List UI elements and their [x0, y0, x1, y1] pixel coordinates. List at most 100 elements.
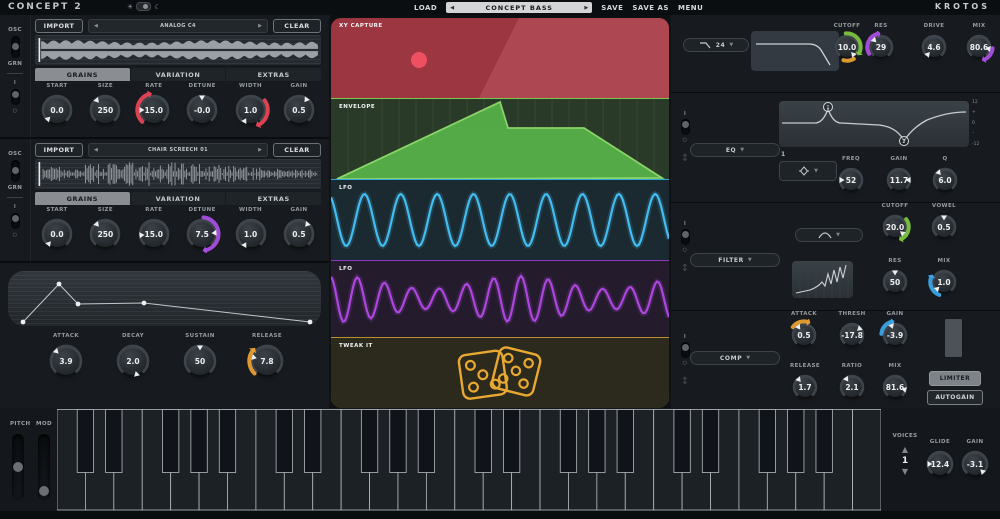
res-knob[interactable]: RES50 — [873, 258, 917, 298]
width-knob[interactable]: WIDTH1.0 — [229, 83, 273, 129]
gain-knob[interactable]: GAIN0.5 — [277, 83, 321, 129]
preset-next-icon[interactable]: ▶ — [584, 5, 588, 11]
waveform-display[interactable] — [35, 159, 321, 189]
eq-curve-display[interactable]: 12 — [779, 101, 969, 147]
release-knob[interactable]: RELEASE7.8 — [245, 333, 289, 381]
voices-stepper[interactable]: ▲1▼ — [897, 446, 913, 476]
drag-handle-icon[interactable]: ↕ — [681, 264, 689, 274]
filter-slope-selector[interactable]: 24▼ — [683, 38, 749, 52]
xy-capture-pad[interactable]: XY CAPTURE — [331, 18, 669, 98]
attack-knob[interactable]: ATTACK3.9 — [44, 333, 88, 381]
size-knob[interactable]: SIZE250 — [83, 83, 127, 129]
mix-knob[interactable]: MIX1.0 — [922, 258, 966, 298]
lfo-display-2[interactable]: LFO — [331, 260, 669, 337]
freq-knob[interactable]: FREQ52 — [829, 156, 873, 196]
voices-up-icon[interactable]: ▲ — [902, 446, 908, 454]
import-button[interactable]: IMPORT — [35, 19, 83, 33]
comp-selector[interactable]: COMP▼ — [690, 351, 780, 365]
decay-knob[interactable]: DECAY2.0 — [111, 333, 155, 381]
drag-handle-icon[interactable]: ↕ — [681, 154, 689, 164]
filter-type-selector[interactable]: ▼ — [795, 228, 863, 242]
tab-grains[interactable]: GRAINS — [35, 68, 130, 81]
tweak-it-pad[interactable]: TWEAK IT — [331, 337, 669, 408]
release-knob[interactable]: RELEASE1.7 — [783, 363, 827, 403]
preset-selector[interactable]: ◀ CONCEPT BASS ▶ — [446, 2, 592, 13]
ratio-knob[interactable]: RATIO2.1 — [830, 363, 874, 403]
band-shape-icon — [798, 166, 810, 176]
thresh-knob[interactable]: THRESH-17.8 — [830, 311, 874, 351]
vowel-knob[interactable]: VOWEL0.5 — [922, 203, 966, 243]
knob-value: 1.7 — [789, 371, 821, 403]
res-knob[interactable]: RES29 — [859, 23, 903, 63]
sample-selector[interactable]: ◀ANALOG C4▶ — [88, 19, 268, 33]
drive-knob[interactable]: DRIVE4.6 — [912, 23, 956, 63]
fx-power-toggle[interactable] — [681, 342, 690, 358]
size-knob[interactable]: SIZE250 — [83, 207, 127, 253]
eq-selector[interactable]: EQ▼ — [690, 143, 780, 157]
envelope-graph[interactable] — [8, 271, 321, 326]
fx-power-toggle[interactable] — [681, 119, 690, 135]
start-knob[interactable]: START0.0 — [35, 207, 79, 253]
sample-selector[interactable]: ◀CHAIR SCREECH 01▶ — [88, 143, 268, 157]
axis-label: 0 — [972, 122, 979, 127]
knob-label: START — [46, 83, 67, 89]
cutoff-knob[interactable]: CUTOFF20.0 — [873, 203, 917, 243]
waveform-display[interactable] — [35, 35, 321, 65]
attack-knob[interactable]: ATTACK0.5 — [782, 311, 826, 351]
next-sample-icon[interactable]: ▶ — [258, 23, 262, 29]
chevron-down-icon: ▼ — [836, 232, 840, 238]
pitch-wheel[interactable] — [12, 434, 24, 500]
clear-button[interactable]: CLEAR — [273, 143, 321, 157]
moon-icon[interactable]: ☾ — [154, 3, 160, 11]
mix-knob[interactable]: MIX80.6 — [957, 23, 1000, 63]
q-knob[interactable]: Q 6.0 — [923, 156, 967, 196]
save-button[interactable]: SAVE — [601, 4, 623, 12]
tab-extras[interactable]: EXTRAS — [226, 192, 321, 205]
knob-label: Q — [942, 156, 947, 162]
drag-handle-icon[interactable]: ↕ — [681, 377, 689, 387]
chevron-down-icon: ▼ — [740, 147, 744, 153]
clear-button[interactable]: CLEAR — [273, 19, 321, 33]
menu-button[interactable]: MENU — [678, 4, 703, 12]
tab-variation[interactable]: VARIATION — [131, 192, 226, 205]
knob-pointer — [199, 96, 205, 101]
tab-variation[interactable]: VARIATION — [131, 68, 226, 81]
detune-knob[interactable]: DETUNE7.5 — [180, 207, 224, 253]
theme-toggle[interactable] — [136, 2, 151, 11]
rate-knob[interactable]: RATE15.0 — [132, 83, 176, 129]
fx-power-toggle[interactable] — [681, 229, 690, 245]
rate-knob[interactable]: RATE15.0 — [132, 207, 176, 253]
mod-source-panel: XY CAPTUREENVELOPELFOLFOTWEAK IT — [331, 18, 669, 408]
tab-extras[interactable]: EXTRAS — [226, 68, 321, 81]
osc-power-toggle[interactable] — [11, 213, 20, 229]
filter-selector[interactable]: FILTER▼ — [690, 253, 780, 267]
power-on-icon: I — [684, 334, 686, 340]
mix-knob[interactable]: MIX81.6 — [873, 363, 917, 403]
osc-grn-toggle[interactable] — [11, 36, 20, 58]
knob-value: 6.0 — [929, 164, 961, 196]
detune-knob[interactable]: DETUNE-0.0 — [180, 83, 224, 129]
gain-knob[interactable]: GAIN0.5 — [277, 207, 321, 253]
width-knob[interactable]: WIDTH1.0 — [229, 207, 273, 253]
next-sample-icon[interactable]: ▶ — [258, 147, 262, 153]
gain-knob[interactable]: GAIN-3.9 — [873, 311, 917, 351]
envelope-display[interactable]: ENVELOPE — [331, 98, 669, 179]
autogain-button[interactable]: AUTOGAIN — [927, 390, 983, 405]
gain-knob[interactable]: GAIN11.7 — [877, 156, 921, 196]
osc-power-toggle[interactable] — [11, 89, 20, 105]
osc-mode-label: OSC — [8, 151, 22, 157]
sustain-knob[interactable]: SUSTAIN50 — [178, 333, 222, 381]
save-as-button[interactable]: SAVE AS — [632, 4, 669, 12]
piano-keyboard[interactable] — [57, 409, 881, 511]
start-knob[interactable]: START0.0 — [35, 83, 79, 129]
osc-grn-toggle[interactable] — [11, 160, 20, 182]
tab-grains[interactable]: GRAINS — [35, 192, 130, 205]
import-button[interactable]: IMPORT — [35, 143, 83, 157]
load-button[interactable]: LOAD — [414, 4, 437, 12]
sun-icon[interactable]: ☀ — [127, 3, 133, 11]
lfo-display-1[interactable]: LFO — [331, 179, 669, 260]
limiter-button[interactable]: LIMITER — [929, 371, 981, 386]
gain-knob[interactable]: GAIN-3.1 — [953, 439, 997, 481]
mod-wheel[interactable] — [38, 434, 50, 500]
voices-down-icon[interactable]: ▼ — [902, 468, 908, 476]
